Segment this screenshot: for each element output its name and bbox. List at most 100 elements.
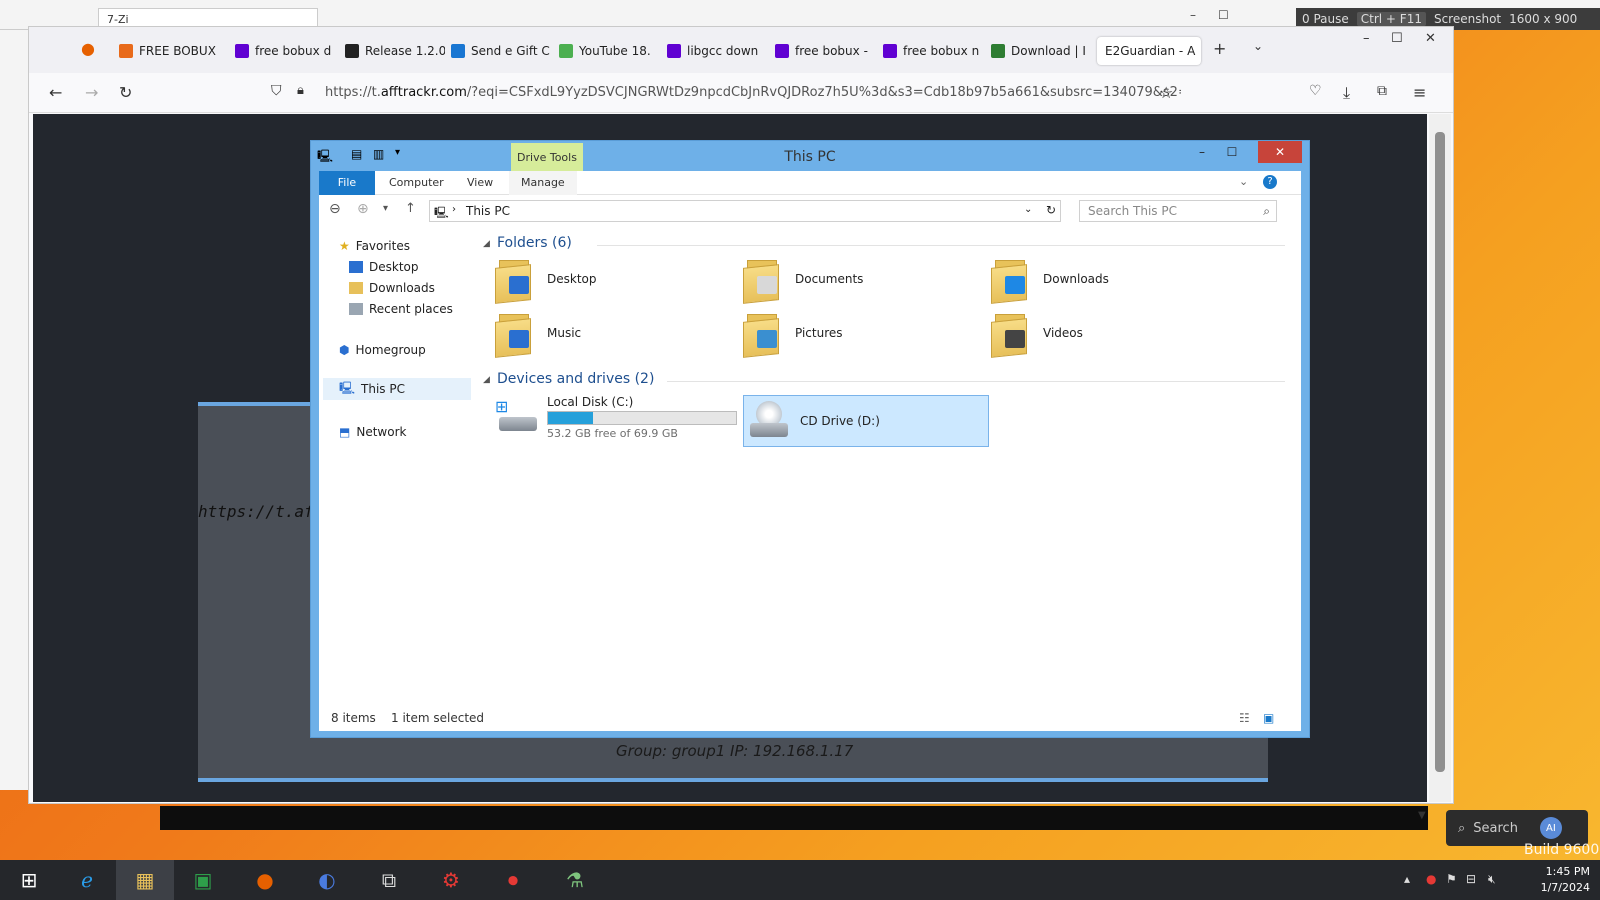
tab-view[interactable]: View (455, 171, 505, 195)
page-scrollbar[interactable] (1429, 114, 1451, 802)
reload-icon[interactable]: ↻ (119, 83, 132, 102)
explorer-titlebar[interactable]: 🖳︎ ▤ ▥ ▾ Drive Tools This PC – ☐ ✕ (311, 141, 1309, 171)
address-dropdown-icon[interactable]: ⌄ (1024, 204, 1032, 215)
browser-icon[interactable]: ◐ (298, 860, 356, 900)
volume-muted-icon[interactable]: 🔇︎ (1488, 872, 1496, 887)
cd-drive-d[interactable]: CD Drive (D:) (743, 395, 989, 447)
flag-icon[interactable]: ⚑ (1446, 872, 1457, 886)
close-icon[interactable]: ✕ (1258, 141, 1302, 163)
file-explorer-icon[interactable]: ▦ (116, 860, 174, 900)
browser-tab[interactable]: free bobux d (235, 37, 335, 65)
remote-desktop-icon[interactable]: ⧉ (360, 860, 418, 900)
clock[interactable]: 1:45 PM 1/7/2024 (1541, 864, 1590, 896)
flask-icon[interactable]: ⚗ (546, 860, 604, 900)
maximize-icon[interactable]: ☐ (1391, 31, 1403, 46)
refresh-icon[interactable]: ↻ (1046, 203, 1056, 217)
tab-computer[interactable]: Computer (377, 171, 456, 195)
show-hidden-icons-icon[interactable]: ▴ (1404, 872, 1410, 886)
back-icon[interactable]: ← (49, 83, 62, 102)
folder-pictures[interactable]: Pictures (743, 307, 991, 359)
shield-icon[interactable]: ⛉ (271, 83, 282, 99)
browser-tab[interactable]: free bobux - (775, 37, 875, 65)
scroll-down-icon[interactable]: ▼ (1418, 810, 1426, 821)
browser-tab[interactable]: YouTube 18. (559, 37, 659, 65)
bookmark-star-icon[interactable]: ☆ (1159, 83, 1173, 102)
help-icon[interactable]: ? (1263, 175, 1277, 189)
local-disk-c[interactable]: ⊞ Local Disk (C:) 53.2 GB free of 69.9 G… (495, 391, 741, 443)
expand-ribbon-icon[interactable]: ⌄ (1239, 175, 1248, 188)
nav-downloads[interactable]: Downloads (349, 281, 435, 295)
resolution-label: 1600 x 900 (1509, 12, 1578, 26)
folders-header[interactable]: Folders (6) (497, 235, 572, 251)
settings-gear-icon[interactable]: ⚙ (422, 860, 480, 900)
search-icon[interactable]: ⌕ (1263, 204, 1270, 219)
yahoo-icon (775, 44, 789, 58)
forward-icon[interactable]: → (85, 83, 98, 102)
minimize-icon[interactable]: – (1363, 31, 1370, 46)
this-pc-icon: 🖳︎ (434, 206, 449, 219)
folder-documents[interactable]: Documents (743, 253, 991, 305)
search-input[interactable]: Search This PC ⌕ (1079, 200, 1277, 222)
minimize-icon[interactable]: – (1190, 8, 1196, 22)
details-view-icon[interactable]: ☷ (1239, 711, 1250, 725)
nav-homegroup[interactable]: ⬢ Homegroup (339, 343, 426, 357)
minimize-icon[interactable]: – (1188, 141, 1216, 163)
close-icon[interactable]: ✕ (1425, 31, 1436, 46)
navigation-bar: ← → ↻ ⛉ 🔒︎ https://t.afftrackr.com/?eqi=… (29, 73, 1453, 113)
large-icons-view-icon[interactable]: ▣ (1263, 711, 1274, 725)
start-icon[interactable]: ⊞ (0, 860, 58, 900)
folder-videos[interactable]: Videos (991, 307, 1239, 359)
screen-recorder-icon[interactable]: ⏺ (484, 860, 542, 900)
back-icon[interactable]: ⊖ (329, 201, 341, 217)
menu-icon[interactable]: ≡ (1413, 83, 1426, 102)
recent-locations-icon[interactable]: ▾ (383, 203, 388, 214)
homegroup-icon: ⬢ (339, 343, 350, 357)
downloads-icon[interactable]: ⤓ (1343, 83, 1350, 103)
address-bar[interactable]: 🖳︎ › This PC ⌄ ↻ (429, 200, 1061, 222)
screenshot-label[interactable]: Screenshot (1434, 12, 1501, 26)
tab-label: Send e Gift C (471, 44, 550, 58)
browser-tab[interactable]: FREE BOBUX (119, 37, 219, 65)
pause-label[interactable]: 0 Pause (1302, 12, 1349, 26)
nav-this-pc[interactable]: 🖳︎ This PC (323, 378, 471, 400)
store-icon[interactable]: ▣ (174, 860, 232, 900)
browser-tab[interactable]: E2Guardian - A✕ (1097, 37, 1201, 65)
network-icon[interactable]: ⊟ (1466, 872, 1476, 886)
browser-tab[interactable]: free bobux n (883, 37, 983, 65)
collapse-folders-icon[interactable]: ◢ (483, 239, 490, 249)
firefox-icon[interactable]: ● (236, 860, 294, 900)
up-icon[interactable]: ↑ (405, 201, 416, 216)
security-icon[interactable]: ● (1426, 872, 1436, 886)
nav-desktop[interactable]: Desktop (349, 260, 419, 274)
breadcrumb-separator-icon[interactable]: › (452, 204, 456, 215)
folder-music[interactable]: Music (495, 307, 743, 359)
browser-tab[interactable]: Release 1.2.0 (345, 37, 445, 65)
nav-recent-places[interactable]: Recent places (349, 302, 453, 316)
scrollbar-thumb[interactable] (1435, 132, 1445, 772)
browser-tab[interactable]: libgcc down (667, 37, 767, 65)
folder-downloads[interactable]: Downloads (991, 253, 1239, 305)
lock-icon[interactable]: 🔒︎ (297, 83, 304, 98)
maximize-icon[interactable]: ☐ (1218, 8, 1229, 22)
browser-tab[interactable]: Download | I (991, 37, 1091, 65)
maximize-icon[interactable]: ☐ (1218, 141, 1246, 163)
pocket-icon[interactable]: ♡ (1309, 83, 1322, 99)
folder-desktop[interactable]: Desktop (495, 253, 743, 305)
folder-icon (743, 256, 783, 304)
firefox-icon[interactable]: ● (81, 39, 95, 58)
nav-network[interactable]: ⬒ Network (339, 425, 406, 439)
tab-manage[interactable]: Manage (509, 171, 577, 195)
forward-icon[interactable]: ⊕ (357, 201, 369, 217)
browser-tab[interactable]: Send e Gift C (451, 37, 551, 65)
ai-icon[interactable]: AI (1539, 817, 1562, 839)
url-input[interactable]: https://t.afftrackr.com/?eqi=CSFxdL9YyzD… (325, 85, 1181, 100)
tab-list-icon[interactable]: ⌄ (1253, 39, 1263, 53)
search-button[interactable]: ⌕ Search AI (1446, 810, 1588, 846)
internet-explorer-icon[interactable]: ℯ (58, 860, 116, 900)
nav-favorites[interactable]: ★ Favorites (339, 239, 410, 253)
collapse-devices-icon[interactable]: ◢ (483, 375, 490, 385)
new-tab-icon[interactable]: + (1213, 39, 1226, 58)
extensions-icon[interactable]: ⧉ (1377, 83, 1387, 99)
devices-header[interactable]: Devices and drives (2) (497, 371, 654, 387)
tab-file[interactable]: File (319, 171, 375, 195)
